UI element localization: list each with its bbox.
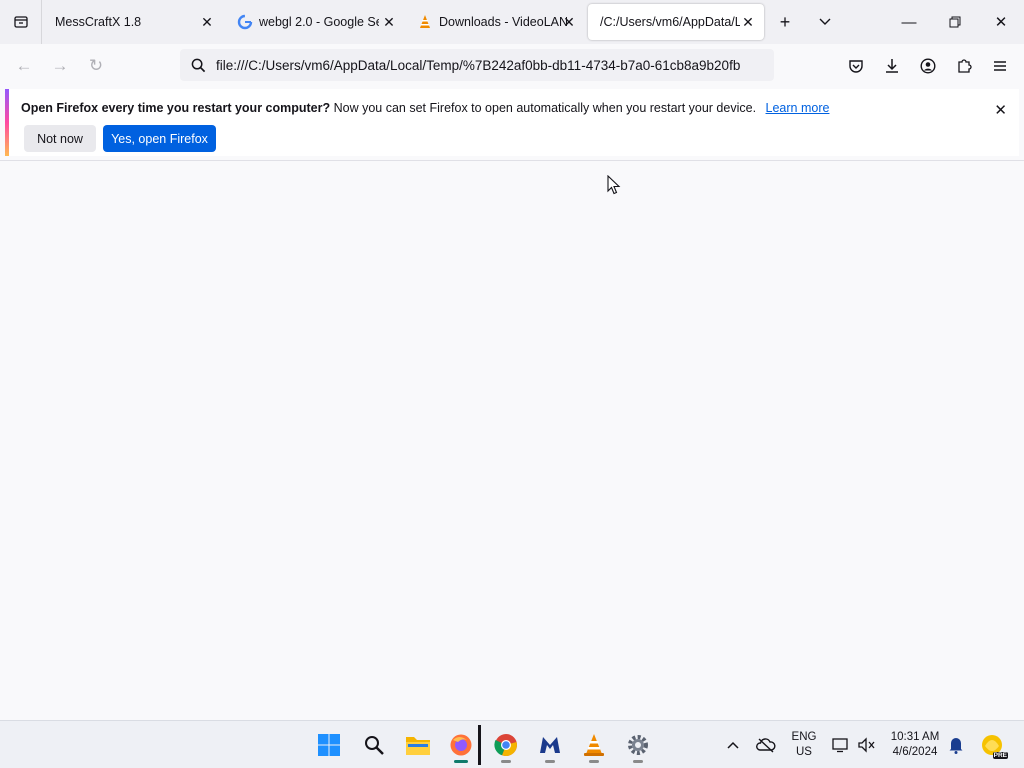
- folder-icon: [406, 737, 430, 755]
- account-icon: [920, 58, 936, 74]
- reload-button[interactable]: ↻: [82, 52, 110, 80]
- taskbar: ENG US 10:31 AM 4/6/2024 PRE: [0, 720, 1024, 768]
- tab-strip: MessCraftX 1.8 ✕ webgl 2.0 - Google Sea …: [0, 0, 1024, 44]
- running-indicator: [589, 760, 599, 763]
- malwarebytes-icon: [540, 737, 560, 753]
- list-all-tabs-button[interactable]: [811, 8, 839, 36]
- tab-title: MessCraftX 1.8: [55, 15, 142, 29]
- close-window-button[interactable]: ✕: [978, 0, 1024, 44]
- app-menu-button[interactable]: [986, 52, 1014, 80]
- tab-google-search[interactable]: webgl 2.0 - Google Sea ✕: [225, 4, 405, 40]
- bell-icon: [949, 738, 963, 754]
- forward-button[interactable]: →: [46, 52, 74, 80]
- notification-title: Open Firefox every time you restart your…: [21, 101, 331, 115]
- close-icon[interactable]: ✕: [740, 14, 756, 30]
- start-button[interactable]: [311, 727, 347, 763]
- firefox-view-button[interactable]: [0, 0, 42, 44]
- not-now-button[interactable]: Not now: [24, 125, 96, 152]
- file-explorer-button[interactable]: [400, 727, 436, 763]
- running-indicator: [633, 760, 643, 763]
- close-icon[interactable]: ✕: [994, 101, 1007, 119]
- plus-icon: +: [779, 11, 791, 32]
- url-text[interactable]: file:///C:/Users/vm6/AppData/Local/Temp/…: [216, 58, 766, 73]
- mouse-cursor-icon: [607, 175, 621, 195]
- firefox-view-icon: [13, 16, 28, 28]
- tab-local-file[interactable]: /C:/Users/vm6/AppData/Lo ✕: [588, 4, 764, 40]
- clock[interactable]: 10:31 AM 4/6/2024: [884, 730, 946, 760]
- malwarebytes-taskbar-button[interactable]: [532, 727, 568, 763]
- download-icon: [886, 59, 898, 73]
- pocket-button[interactable]: [842, 52, 870, 80]
- page-content[interactable]: [0, 161, 1024, 720]
- network-icon: [832, 738, 848, 753]
- speaker-muted-icon: [858, 737, 875, 753]
- notification-message: Open Firefox every time you restart your…: [21, 101, 829, 115]
- taskbar-search-button[interactable]: [356, 727, 392, 763]
- settings-taskbar-button[interactable]: [620, 727, 656, 763]
- tab-videolan-downloads[interactable]: Downloads - VideoLAN ✕: [405, 4, 585, 40]
- vlc-icon: [584, 734, 604, 756]
- close-icon[interactable]: ✕: [381, 14, 397, 30]
- language-code: ENG: [791, 731, 817, 743]
- notifications-button[interactable]: [938, 727, 974, 763]
- close-icon[interactable]: ✕: [199, 14, 215, 30]
- chrome-taskbar-button[interactable]: [488, 727, 524, 763]
- restore-button[interactable]: [932, 0, 978, 44]
- tab-title: Downloads - VideoLAN: [439, 15, 567, 29]
- downloads-button[interactable]: [878, 52, 906, 80]
- show-hidden-icons-button[interactable]: [715, 727, 751, 763]
- back-button[interactable]: ←: [10, 52, 38, 80]
- cloud-offline-icon: [756, 738, 776, 753]
- account-button[interactable]: [914, 52, 942, 80]
- running-indicator: [501, 760, 511, 763]
- hamburger-menu-icon: [994, 61, 1006, 71]
- pocket-icon: [849, 60, 863, 73]
- extensions-button[interactable]: [950, 52, 978, 80]
- firefox-icon: [450, 734, 472, 756]
- settings-icon: [628, 735, 648, 755]
- clock-date: 4/6/2024: [892, 746, 938, 758]
- google-icon: [237, 14, 253, 30]
- chevron-up-icon: [727, 741, 739, 749]
- search-icon: [365, 736, 384, 755]
- clock-time: 10:31 AM: [890, 731, 940, 743]
- address-bar[interactable]: file:///C:/Users/vm6/AppData/Local/Temp/…: [180, 49, 774, 81]
- learn-more-link[interactable]: Learn more: [766, 101, 830, 115]
- tab-title: /C:/Users/vm6/AppData/Lo: [600, 15, 740, 29]
- firefox-taskbar-button[interactable]: [443, 727, 479, 763]
- volume-tray-button[interactable]: [849, 727, 885, 763]
- text-cursor-marker: [478, 725, 481, 765]
- navigation-toolbar: ← → ↻ file:///C:/Users/vm6/AppData/Local…: [0, 44, 1024, 86]
- onedrive-tray-button[interactable]: [748, 727, 784, 763]
- notification-body: Now you can set Firefox to open automati…: [333, 101, 757, 115]
- reload-icon: ↻: [88, 56, 104, 75]
- keyboard-region: US: [796, 746, 812, 758]
- puzzle-icon: [958, 59, 972, 73]
- chevron-down-icon: [819, 18, 831, 25]
- arrow-right-icon: →: [51, 56, 69, 75]
- close-icon[interactable]: ✕: [561, 14, 577, 30]
- arrow-left-icon: ←: [15, 56, 33, 75]
- new-tab-button[interactable]: +: [771, 8, 799, 36]
- windows-start-icon: [318, 734, 340, 756]
- running-indicator: [454, 760, 468, 763]
- vlc-icon: [420, 15, 430, 28]
- chrome-icon: [494, 734, 517, 757]
- restore-icon: [949, 16, 961, 28]
- yes-open-firefox-button[interactable]: Yes, open Firefox: [103, 125, 216, 152]
- copilot-preview-button[interactable]: PRE: [974, 727, 1010, 763]
- input-language-indicator[interactable]: ENG US: [786, 730, 822, 760]
- running-indicator: [545, 760, 555, 763]
- preview-badge: PRE: [992, 752, 1008, 759]
- minimize-icon: —: [901, 13, 917, 31]
- minimize-button[interactable]: —: [886, 0, 932, 44]
- close-icon: ✕: [994, 14, 1008, 31]
- search-icon: [180, 58, 216, 73]
- notification-bar: Open Firefox every time you restart your…: [5, 89, 1019, 156]
- tab-messcraftx[interactable]: MessCraftX 1.8 ✕: [43, 4, 223, 40]
- vlc-taskbar-button[interactable]: [576, 727, 612, 763]
- tab-title: webgl 2.0 - Google Sea: [259, 15, 379, 29]
